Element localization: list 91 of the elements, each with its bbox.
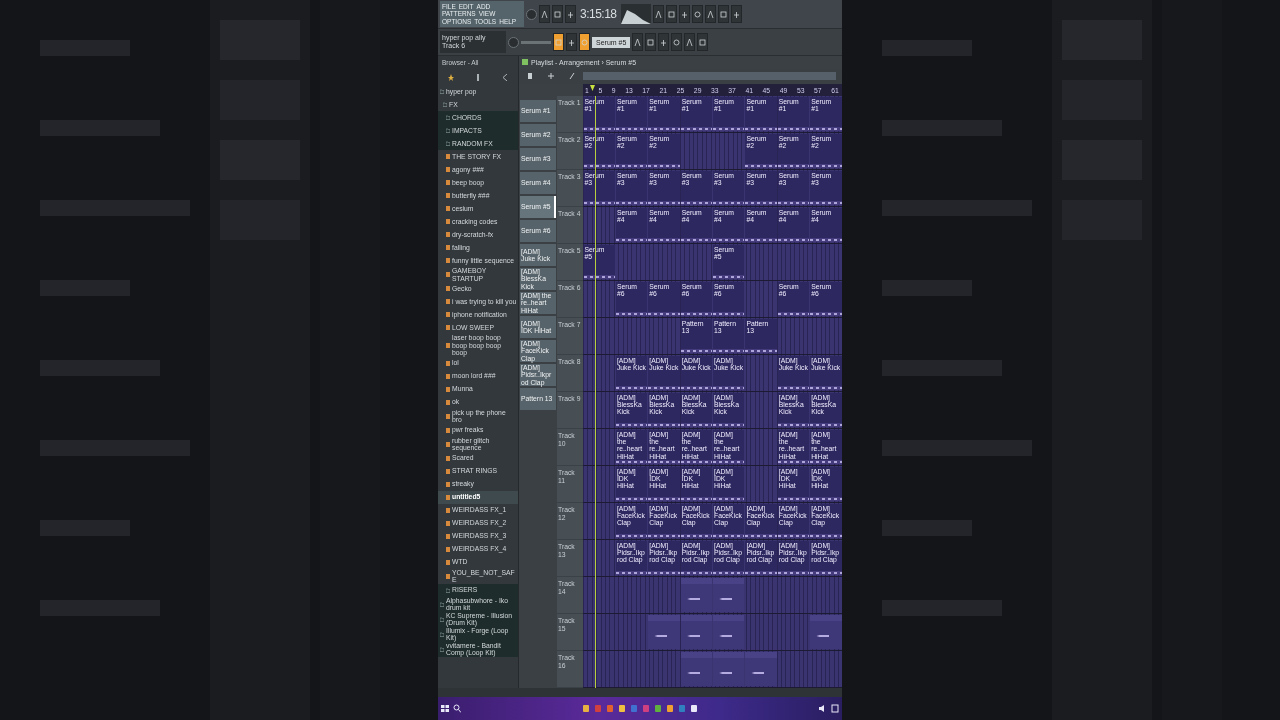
audio-file-icon <box>446 386 450 392</box>
audio-file-icon <box>446 312 450 317</box>
audio-file-icon <box>446 481 450 487</box>
folder-icon <box>446 115 450 120</box>
audio-file-icon <box>446 468 450 474</box>
plus-icon <box>567 9 574 19</box>
playlist-clip[interactable] <box>713 652 745 686</box>
circle-icon <box>673 37 681 47</box>
peak-icon <box>706 9 714 19</box>
peak-icon <box>654 9 662 19</box>
audio-file-icon <box>446 455 450 461</box>
toolbar-button[interactable] <box>691 5 703 23</box>
audio-file-icon <box>446 342 450 348</box>
toolbar-button[interactable] <box>553 33 564 51</box>
audio-file-icon <box>446 399 450 405</box>
audio-file-icon <box>446 413 450 419</box>
volume-knob[interactable] <box>526 8 537 20</box>
folder-icon <box>446 587 450 593</box>
playlist-clip[interactable] <box>680 615 712 649</box>
toolbar-button[interactable] <box>704 5 716 23</box>
toolbar-button[interactable] <box>539 5 550 23</box>
plus-icon <box>660 37 668 47</box>
audio-file-icon <box>446 559 450 565</box>
audio-file-icon <box>446 573 450 579</box>
audio-file-icon <box>446 180 450 185</box>
audio-file-icon <box>446 154 450 159</box>
folder-icon <box>440 646 444 652</box>
plus-icon <box>568 37 575 47</box>
playlist-clip[interactable] <box>713 578 745 612</box>
playlist-clip[interactable] <box>745 652 777 686</box>
audio-file-icon <box>446 245 450 250</box>
audio-file-icon <box>446 533 450 539</box>
audio-file-icon <box>446 546 450 552</box>
playhead-marker[interactable] <box>590 85 595 92</box>
audio-file-icon <box>446 360 450 366</box>
windows-icon[interactable] <box>441 704 449 713</box>
pencil-icon[interactable] <box>569 72 576 81</box>
audio-file-icon <box>446 441 450 447</box>
peak-icon <box>541 9 548 19</box>
audio-file-icon <box>446 167 450 172</box>
folder-icon <box>446 128 450 133</box>
audio-file-icon <box>446 232 450 237</box>
playlist-clip[interactable] <box>713 615 745 649</box>
speaker-icon[interactable] <box>819 704 827 713</box>
audio-file-icon <box>446 373 450 379</box>
toolbar-button[interactable] <box>671 33 683 51</box>
audio-file-icon <box>446 427 450 433</box>
peak-icon <box>686 37 694 47</box>
audio-file-icon <box>446 219 450 224</box>
search-icon[interactable] <box>453 704 461 713</box>
playlist-clip[interactable] <box>680 578 712 612</box>
audio-file-icon <box>446 494 450 500</box>
peak-icon <box>634 37 642 47</box>
folder-icon <box>440 616 444 622</box>
toolbar-button[interactable] <box>730 5 742 23</box>
audio-file-icon <box>446 272 450 277</box>
playlist-clip[interactable] <box>648 615 680 649</box>
pitch-knob[interactable] <box>508 36 519 48</box>
overview-scrollbar[interactable] <box>583 72 836 81</box>
folder-icon <box>440 601 444 607</box>
audio-file-icon <box>446 206 450 211</box>
plus-icon <box>680 9 688 19</box>
folder-icon <box>440 631 444 637</box>
song-time: 3:15:18 <box>579 7 618 21</box>
playlist-clip[interactable] <box>810 615 842 649</box>
audio-file-icon <box>446 258 450 263</box>
audio-file-icon <box>446 193 450 198</box>
plus-icon[interactable] <box>548 72 554 81</box>
toolbar-button[interactable] <box>632 33 644 51</box>
toolbar-button[interactable] <box>565 5 576 23</box>
toolbar-button[interactable] <box>566 33 577 51</box>
toolbar-button[interactable] <box>652 5 664 23</box>
folder-icon <box>446 141 450 146</box>
waveform-monitor-drawing <box>620 4 651 24</box>
audio-file-icon <box>446 299 450 304</box>
toolbar-button[interactable] <box>579 33 590 51</box>
star-icon[interactable] <box>448 73 455 81</box>
audio-file-icon <box>446 325 450 330</box>
playlist-clip[interactable] <box>680 652 712 686</box>
circle-icon <box>581 37 588 47</box>
audio-file-icon <box>446 507 450 513</box>
open-folder-icon <box>443 102 447 107</box>
toolbar-button[interactable] <box>658 33 670 51</box>
circle-icon <box>693 9 701 19</box>
playlist-icon <box>522 59 528 66</box>
audio-file-icon <box>446 286 450 291</box>
open-folder-icon <box>440 89 444 94</box>
plus-icon <box>732 9 740 19</box>
audio-file-icon <box>446 520 450 526</box>
toolbar-button[interactable] <box>678 5 690 23</box>
toolbar-button[interactable] <box>684 33 696 51</box>
